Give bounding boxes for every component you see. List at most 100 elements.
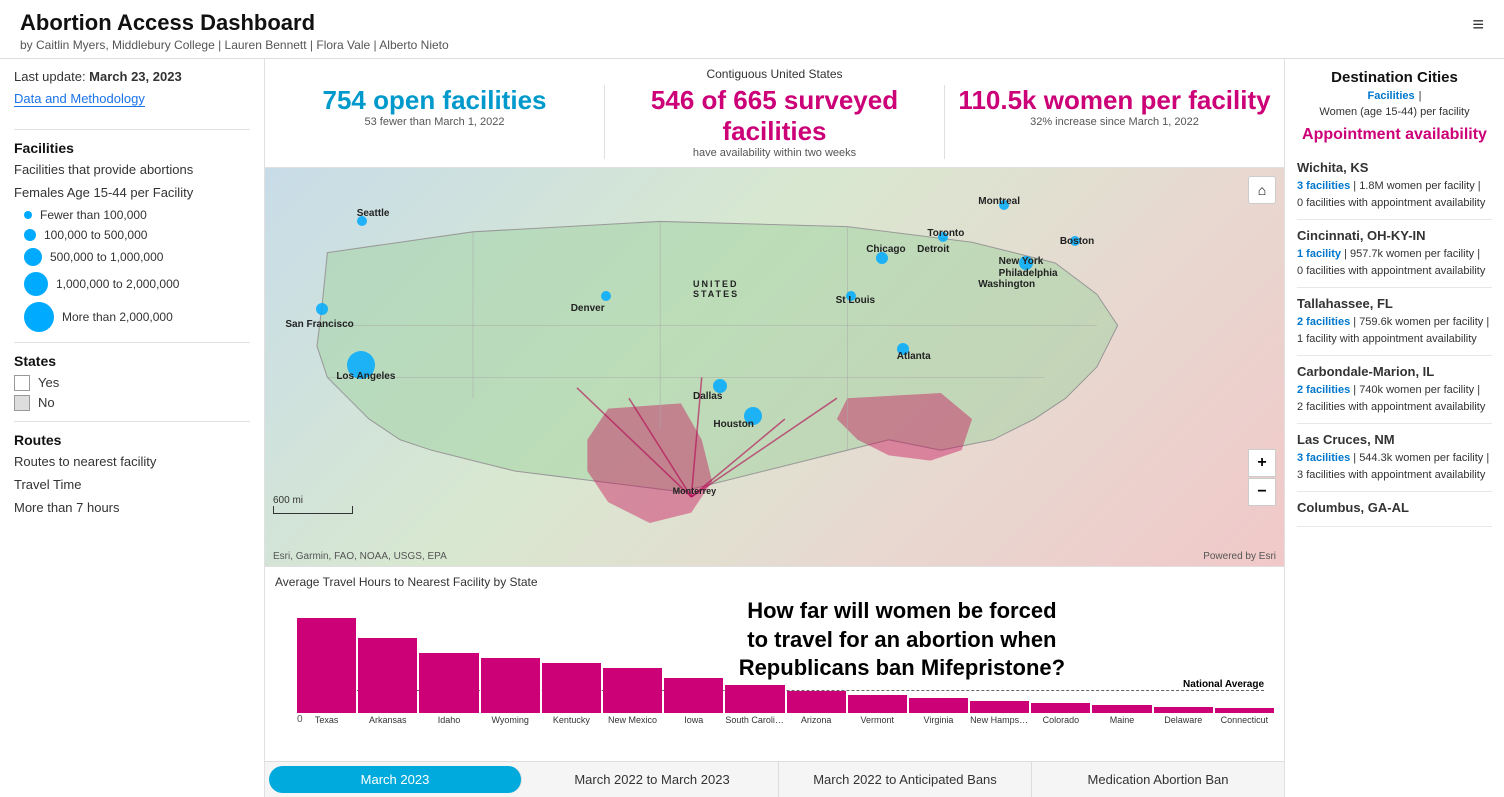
right-tab-women[interactable]: Women (age 15-44) per facility	[1319, 106, 1469, 118]
city-cincinnati-women: 957.7k women per facility	[1350, 248, 1474, 260]
map-scale-bar	[273, 506, 353, 514]
divider-3	[14, 421, 250, 422]
menu-icon[interactable]: ≡	[1472, 14, 1484, 37]
right-tab-facilities[interactable]: Facilities	[1368, 90, 1415, 102]
right-tab-appointment-row: Appointment availability	[1297, 126, 1492, 144]
label-stlouis: St Louis	[836, 295, 875, 306]
label-chicago: Chicago	[866, 244, 905, 255]
map-powered-by: Powered by Esri	[1203, 551, 1276, 562]
label-sf: San Francisco	[285, 319, 353, 330]
city-wichita-women: 1.8M women per facility	[1359, 180, 1475, 192]
map-svg	[265, 168, 1284, 566]
city-lascruces-appt-label: facilities with appointment availability	[1306, 469, 1485, 481]
label-seattle: Seattle	[357, 208, 390, 219]
label-us: UNITEDSTATES	[693, 279, 739, 299]
state-no-label: No	[38, 395, 55, 410]
city-lascruces-stat: 3 facilities | 544.3k women per facility…	[1297, 450, 1492, 483]
legend-label-2: 100,000 to 500,000	[44, 228, 147, 242]
legend-dot-xs	[24, 211, 32, 219]
legend-label-4: 1,000,000 to 2,000,000	[56, 277, 179, 291]
chart-bar-texas	[297, 618, 356, 713]
center-content: Contiguous United States 754 open facili…	[265, 59, 1284, 797]
header-text: Abortion Access Dashboard by Caitlin Mye…	[20, 10, 449, 52]
map-home-button[interactable]: ⌂	[1248, 176, 1276, 204]
women-per-facility: 110.5k women per facility	[955, 85, 1274, 116]
map-zoom-out[interactable]: −	[1248, 478, 1276, 506]
app-title: Abortion Access Dashboard	[20, 10, 449, 36]
city-carbondale-appt-label: facilities with appointment availability	[1306, 401, 1485, 413]
chart-bar-colorado	[1031, 703, 1090, 713]
chart-bar-arizona	[787, 691, 846, 713]
dot-sf	[316, 303, 328, 315]
tab-march-2022-bans[interactable]: March 2022 to Anticipated Bans	[779, 762, 1032, 797]
chart-bar-new-hampshire	[970, 701, 1029, 713]
chart-x-label-colorado: Colorado	[1031, 715, 1090, 725]
chart-bar-vermont	[848, 695, 907, 713]
chart-x-label-arkansas: Arkansas	[358, 715, 417, 725]
region-label: Contiguous United States	[265, 67, 1284, 81]
bottom-tabs: March 2023 March 2022 to March 2023 Marc…	[265, 761, 1284, 797]
right-tab-sep1: |	[1419, 90, 1422, 102]
tab-medication-ban[interactable]: Medication Abortion Ban	[1032, 762, 1284, 797]
label-denver: Denver	[571, 303, 605, 314]
label-monterrey: Monterrey	[673, 486, 717, 496]
chart-x-label-kentucky: Kentucky	[542, 715, 601, 725]
facilities-item-1: Facilities that provide abortions	[14, 162, 250, 179]
divider-1	[14, 129, 250, 130]
map-area[interactable]: Seattle San Francisco Los Angeles Denver…	[265, 168, 1284, 566]
states-section-title: States	[14, 353, 250, 369]
surveyed-count: 546 of 665 surveyed facilities	[615, 85, 934, 147]
tab-march-2023[interactable]: March 2023	[269, 766, 522, 793]
tab-march-2022-2023[interactable]: March 2022 to March 2023	[526, 762, 779, 797]
stat-women-per: 110.5k women per facility 32% increase s…	[945, 85, 1284, 159]
chart-x-label-new-hampshire: New Hampshire	[970, 715, 1029, 725]
city-cincinnati-appt-label: facilities with appointment availability	[1306, 265, 1485, 277]
city-tallahassee-stat: 2 facilities | 759.6k women per facility…	[1297, 314, 1492, 347]
update-date: March 23, 2023	[89, 69, 182, 84]
chart-bar-new-mexico	[603, 668, 662, 713]
city-tallahassee-facilities: 2 facilities	[1297, 316, 1350, 328]
label-washington: Washington	[978, 279, 1035, 290]
app-subtitle: by Caitlin Myers, Middlebury College | L…	[20, 38, 449, 52]
city-cincinnati-appt-count: 0	[1297, 265, 1303, 277]
chart-x-label-idaho: Idaho	[419, 715, 478, 725]
chart-bar-arkansas	[358, 638, 417, 713]
right-sidebar: Destination Cities Facilities | Women (a…	[1284, 59, 1504, 797]
legend-dot-xl	[24, 302, 54, 332]
state-yes-row: Yes	[14, 375, 250, 391]
chart-bar-iowa	[664, 678, 723, 713]
city-lascruces: Las Cruces, NM 3 facilities | 544.3k wom…	[1297, 424, 1492, 492]
chart-y-0: 0	[297, 714, 303, 725]
legend-dot-md	[24, 248, 42, 266]
facilities-item-2: Females Age 15-44 per Facility	[14, 185, 250, 202]
map-zoom-in[interactable]: +	[1248, 449, 1276, 477]
map-scale-label: 600 mi	[273, 495, 353, 506]
city-carbondale-women: 740k women per facility	[1359, 384, 1474, 396]
right-tab-appointment[interactable]: Appointment availability	[1302, 126, 1487, 143]
label-houston: Houston	[713, 419, 754, 430]
city-cincinnati-facilities: 1 facility	[1297, 248, 1341, 260]
legend-row-4: 1,000,000 to 2,000,000	[24, 272, 250, 296]
legend-dot-lg	[24, 272, 48, 296]
chart-area: Average Travel Hours to Nearest Facility…	[265, 566, 1284, 761]
chart-x-label-virginia: Virginia	[909, 715, 968, 725]
header: Abortion Access Dashboard by Caitlin Mye…	[0, 0, 1504, 59]
label-montreal: Montreal	[978, 196, 1020, 207]
legend-row-2: 100,000 to 500,000	[24, 228, 250, 242]
legend-label-5: More than 2,000,000	[62, 310, 173, 324]
last-update: Last update: March 23, 2023	[14, 69, 250, 84]
data-methodology-link[interactable]: Data and Methodology	[14, 91, 145, 107]
stat-surveyed: 546 of 665 surveyed facilities have avai…	[605, 85, 945, 159]
chart-bar-connecticut	[1215, 708, 1274, 713]
city-cincinnati: Cincinnati, OH-KY-IN 1 facility | 957.7k…	[1297, 220, 1492, 288]
stat-open-facilities: 754 open facilities 53 fewer than March …	[265, 85, 605, 159]
map-scale: 600 mi	[273, 495, 353, 514]
city-tallahassee-appt-count: 1	[1297, 333, 1303, 345]
chart-bar-maine	[1092, 705, 1151, 713]
chart-bar-south-carolina	[725, 685, 784, 713]
legend-row-3: 500,000 to 1,000,000	[24, 248, 250, 266]
facilities-section-title: Facilities	[14, 140, 250, 156]
state-no-row: No	[14, 395, 250, 411]
city-columbus: Columbus, GA-AL	[1297, 492, 1492, 527]
chart-bar-idaho	[419, 653, 478, 713]
